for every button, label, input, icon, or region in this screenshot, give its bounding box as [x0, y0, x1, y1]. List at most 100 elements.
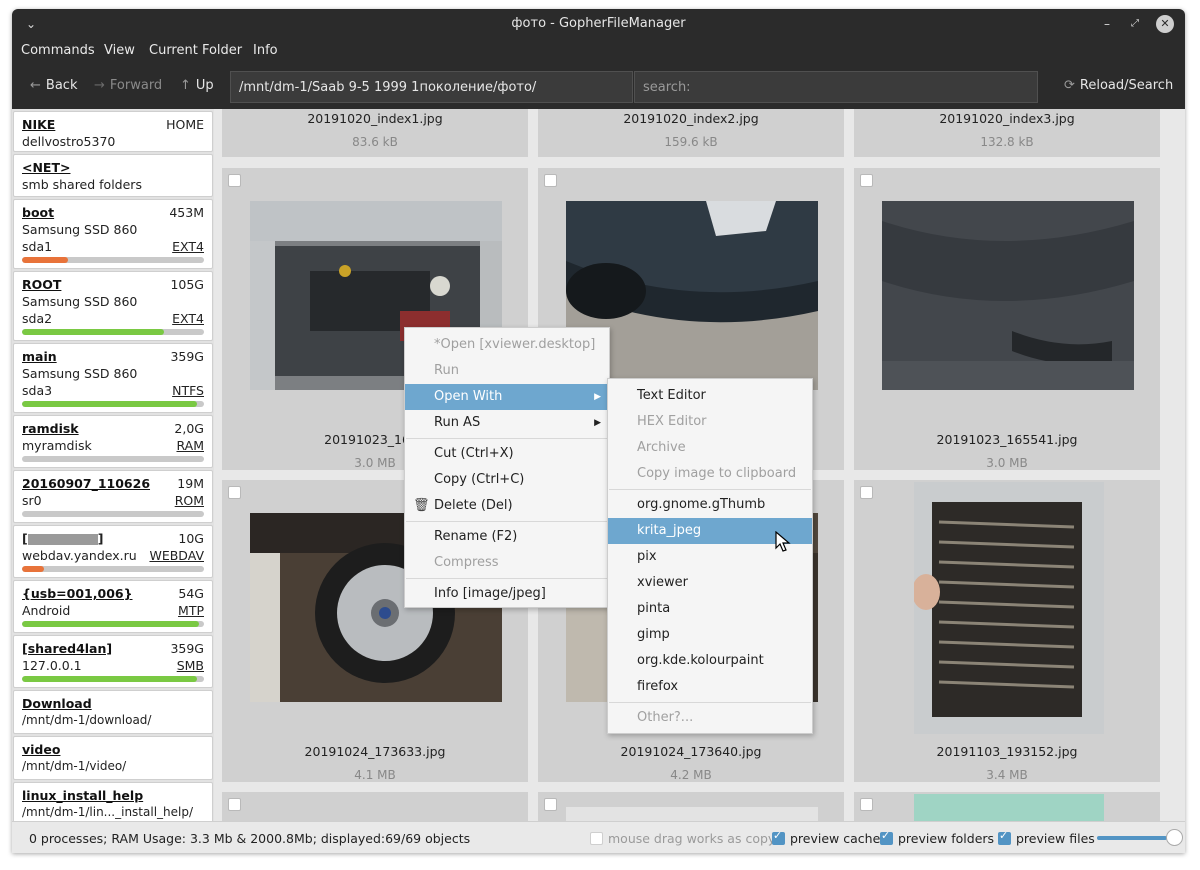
sidebar-item-download[interactable]: Download /mnt/dm-1/download/	[13, 690, 213, 734]
arrow-up-icon: ↑	[180, 78, 191, 93]
menu-item-info[interactable]: Info [image/jpeg]	[405, 581, 609, 607]
menu-item-copy[interactable]: Copy (Ctrl+C)	[405, 467, 609, 493]
arrow-right-icon: →	[94, 78, 105, 93]
preview-cache-toggle[interactable]: preview cache	[772, 829, 880, 846]
sidebar-item-net[interactable]: <NET> smb shared folders	[13, 154, 213, 197]
menu-info[interactable]: Info	[253, 43, 278, 58]
sidebar-item-shared4lan[interactable]: [shared4lan] 359G 127.0.0.1 SMB	[13, 635, 213, 688]
mouse-cursor-icon	[775, 530, 791, 553]
submenu-arrow-icon: ▶	[594, 418, 601, 428]
image-thumbnail	[914, 794, 1104, 821]
arrow-left-icon: ←	[30, 78, 41, 93]
submenu-item-text-editor[interactable]: Text Editor	[608, 383, 812, 409]
trash-icon: 🗑	[413, 498, 430, 513]
usage-bar	[22, 456, 204, 462]
drag-copy-toggle[interactable]: mouse drag works as copy	[590, 831, 775, 846]
menu-separator	[406, 521, 608, 522]
usage-bar	[22, 329, 204, 335]
open-with-submenu: Text Editor HEX Editor Archive Copy imag…	[607, 378, 813, 734]
search-input[interactable]	[634, 71, 1038, 103]
submenu-item-gimp[interactable]: gimp	[608, 622, 812, 648]
menu-separator	[406, 438, 608, 439]
sidebar-item-nike[interactable]: NIKE HOME dellvostro5370	[13, 111, 213, 152]
file-tile[interactable]: 20191023_165541.jpg 3.0 MB	[854, 168, 1160, 470]
select-checkbox[interactable]	[228, 486, 241, 499]
minimize-icon[interactable]: –	[1098, 15, 1116, 33]
menu-separator	[609, 702, 811, 703]
submenu-item-pinta[interactable]: pinta	[608, 596, 812, 622]
sidebar-item-root[interactable]: ROOT 105G Samsung SSD 860 sda2 EXT4	[13, 271, 213, 341]
menu-commands[interactable]: Commands	[21, 43, 95, 58]
sidebar-item-main[interactable]: main 359G Samsung SSD 860 sda3 NTFS	[13, 343, 213, 413]
toolbar: ←Back →Forward ↑Up ⟳Reload/Search	[12, 65, 1185, 109]
submenu-item-hex-editor[interactable]: HEX Editor	[608, 409, 812, 435]
image-thumbnail-air-filter	[914, 482, 1104, 734]
file-tile[interactable]: 20191103_193152.jpg 3.4 MB	[854, 480, 1160, 782]
select-checkbox[interactable]	[228, 174, 241, 187]
file-tile[interactable]	[222, 792, 528, 821]
submenu-item-xviewer[interactable]: xviewer	[608, 570, 812, 596]
select-checkbox[interactable]	[860, 798, 873, 811]
menu-item-run-as[interactable]: Run AS ▶	[405, 410, 609, 436]
preview-files-toggle[interactable]: preview files	[998, 829, 1095, 846]
status-info: 0 processes; RAM Usage: 3.3 Mb & 2000.8M…	[29, 831, 471, 846]
sidebar-item-ramdisk[interactable]: ramdisk 2,0G myramdisk RAM	[13, 415, 213, 468]
app-window: ⌄ фото - GopherFileManager – ⤢ ✕ Command…	[12, 9, 1185, 853]
menu-item-delete[interactable]: 🗑 Delete (Del)	[405, 493, 609, 519]
sidebar-item-boot[interactable]: boot 453M Samsung SSD 860 sda1 EXT4	[13, 199, 213, 269]
sidebar-item-cdrom[interactable]: 20160907_110626 19M sr0 ROM	[13, 470, 213, 523]
menu-separator	[609, 489, 811, 490]
sidebar-item-webdav[interactable]: [] 10G webdav.yandex.ru WEBDAV	[13, 525, 213, 578]
usage-bar	[22, 511, 204, 517]
preview-folders-toggle[interactable]: preview folders	[880, 829, 994, 846]
menu-item-open[interactable]: *Open [xviewer.desktop]	[405, 332, 609, 358]
select-checkbox[interactable]	[228, 798, 241, 811]
submenu-item-copy-image[interactable]: Copy image to clipboard	[608, 461, 812, 487]
menu-item-open-with[interactable]: Open With ▶	[405, 384, 609, 410]
sidebar-item-android[interactable]: {usb=001,006} 54G Android MTP	[13, 580, 213, 633]
file-tile[interactable]: 20191020_index3.jpg 132.8 kB	[854, 109, 1160, 157]
redacted-name	[27, 534, 98, 545]
select-checkbox[interactable]	[544, 174, 557, 187]
submenu-arrow-icon: ▶	[594, 392, 601, 402]
up-button[interactable]: ↑ Up	[180, 78, 214, 93]
menu-item-compress[interactable]: Compress	[405, 550, 609, 576]
submenu-item-kolourpaint[interactable]: org.kde.kolourpaint	[608, 648, 812, 674]
reload-search-button[interactable]: ⟳ Reload/Search	[1064, 78, 1173, 93]
menu-item-rename[interactable]: Rename (F2)	[405, 524, 609, 550]
submenu-item-archive[interactable]: Archive	[608, 435, 812, 461]
context-menu: *Open [xviewer.desktop] Run Open With ▶ R…	[404, 327, 610, 608]
select-checkbox[interactable]	[860, 486, 873, 499]
menu-item-run[interactable]: Run	[405, 358, 609, 384]
submenu-item-firefox[interactable]: firefox	[608, 674, 812, 700]
select-checkbox[interactable]	[860, 174, 873, 187]
file-tile[interactable]: 20191020_index1.jpg 83.6 kB	[222, 109, 528, 157]
submenu-item-other[interactable]: Other?...	[608, 705, 812, 731]
sidebar-item-video[interactable]: video /mnt/dm-1/video/	[13, 736, 213, 780]
menu-current-folder[interactable]: Current Folder	[149, 43, 242, 58]
usage-bar	[22, 401, 204, 407]
status-bar: 0 processes; RAM Usage: 3.3 Mb & 2000.8M…	[12, 821, 1185, 853]
thumbnail-size-slider[interactable]	[1097, 836, 1167, 840]
file-tile[interactable]	[538, 792, 844, 821]
title-bar: ⌄ фото - GopherFileManager – ⤢ ✕	[12, 9, 1185, 39]
select-checkbox[interactable]	[544, 798, 557, 811]
submenu-item-gthumb[interactable]: org.gnome.gThumb	[608, 492, 812, 518]
menu-separator	[406, 578, 608, 579]
menu-item-cut[interactable]: Cut (Ctrl+X)	[405, 441, 609, 467]
file-tile[interactable]: 20191020_index2.jpg 159.6 kB	[538, 109, 844, 157]
sidebar-item-linux-install-help[interactable]: linux_install_help /mnt/dm-1/lin..._inst…	[13, 782, 213, 821]
forward-button[interactable]: → Forward	[94, 78, 162, 93]
maximize-icon[interactable]: ⤢	[1126, 15, 1144, 33]
file-tile[interactable]	[854, 792, 1160, 821]
back-button[interactable]: ← Back	[30, 78, 77, 93]
checkbox-checked-icon	[880, 829, 893, 845]
sidebar: NIKE HOME dellvostro5370 <NET> smb share…	[12, 109, 214, 821]
slider-handle[interactable]	[1166, 829, 1183, 846]
path-input[interactable]	[230, 71, 633, 103]
image-thumbnail-bumper-closeup	[882, 201, 1134, 390]
window-title: фото - GopherFileManager	[511, 16, 686, 31]
close-icon[interactable]: ✕	[1156, 15, 1174, 33]
menu-view[interactable]: View	[104, 43, 135, 58]
checkbox-checked-icon	[998, 829, 1011, 845]
